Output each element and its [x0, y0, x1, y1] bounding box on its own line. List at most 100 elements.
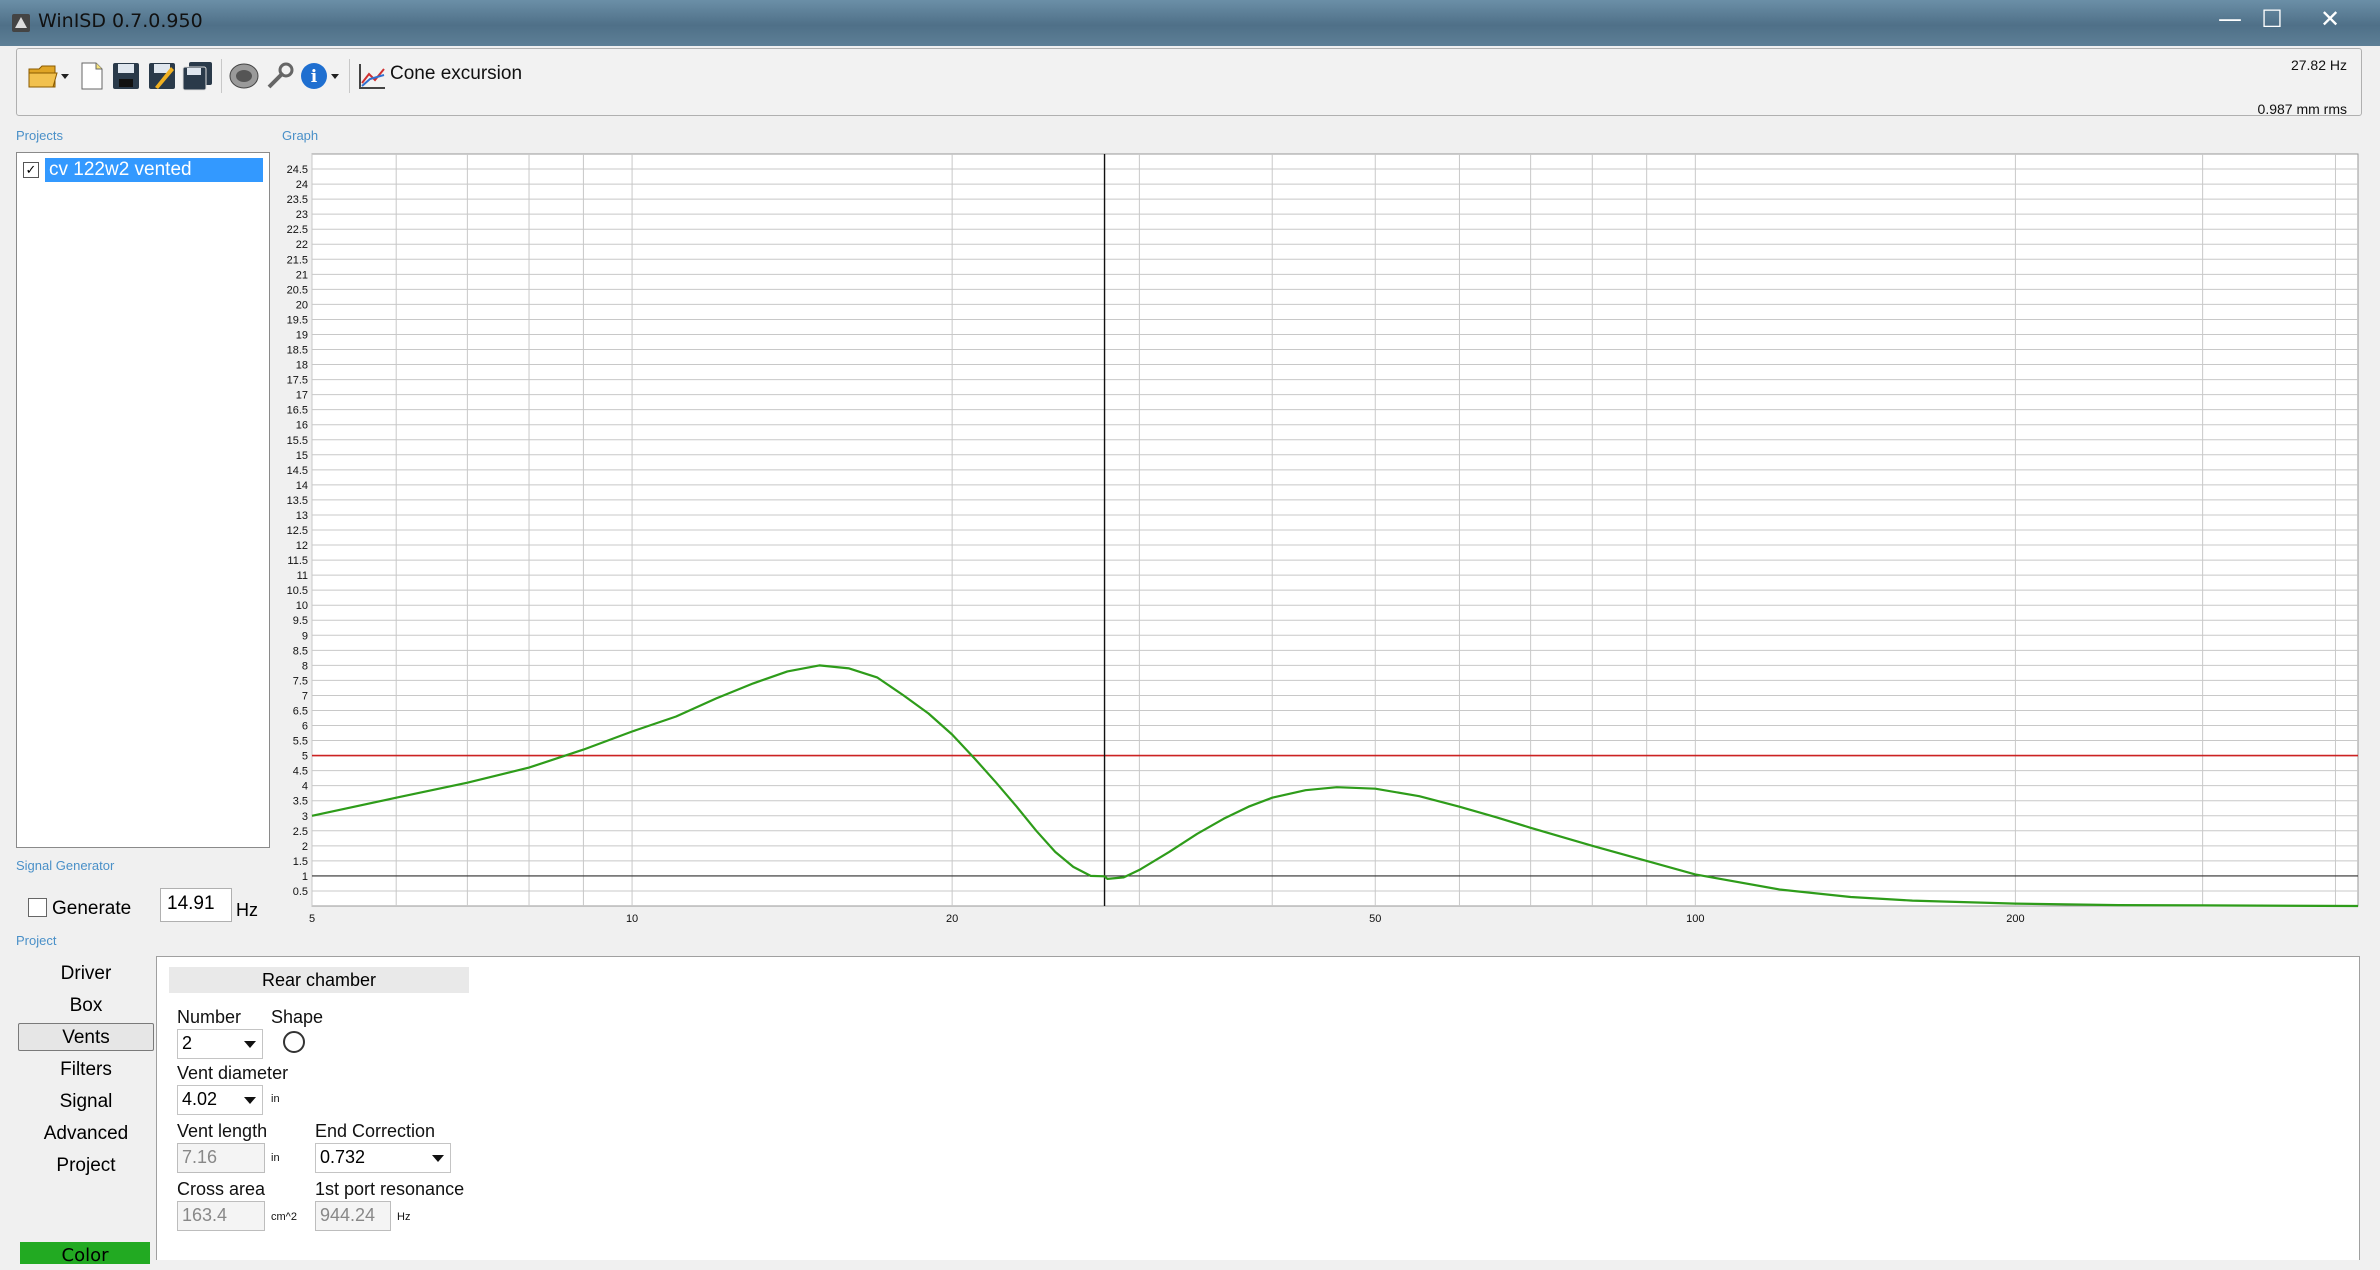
y-tick-label: 2 [302, 841, 308, 853]
end-correction-select[interactable]: 0.732 [315, 1143, 451, 1173]
maximize-button[interactable]: ☐ [2252, 4, 2292, 34]
round-shape-icon[interactable] [283, 1031, 305, 1053]
y-tick-label: 7.5 [293, 675, 308, 687]
x-tick-label: 20 [946, 913, 958, 925]
nav-advanced[interactable]: Advanced [18, 1120, 154, 1148]
toolbar: i Cone excursion 27.82 Hz 0.987 mm rms [16, 48, 2362, 117]
cone-excursion-graph[interactable]: 0.511.522.533.544.555.566.577.588.599.51… [272, 150, 2362, 930]
title-bar: WinISD 0.7.0.950 — ☐ ✕ [0, 0, 2380, 46]
toolbar-separator [221, 59, 222, 93]
x-tick-label: 200 [2006, 913, 2024, 925]
y-tick-label: 7 [302, 690, 308, 702]
app-icon [12, 14, 30, 32]
x-tick-label: 50 [1369, 913, 1381, 925]
y-tick-label: 5 [302, 751, 308, 763]
y-tick-label: 11 [297, 570, 308, 582]
cursor-frequency-readout: 27.82 Hz [2290, 57, 2347, 73]
port-resonance-unit: Hz [397, 1211, 411, 1223]
y-tick-label: 17 [296, 390, 308, 402]
open-folder-icon[interactable] [25, 59, 73, 93]
project-visible-checkbox[interactable]: ✓ [23, 162, 39, 178]
close-button[interactable]: ✕ [2310, 4, 2350, 34]
y-tick-label: 20 [296, 299, 308, 311]
y-tick-label: 3 [302, 811, 308, 823]
y-tick-label: 16 [296, 420, 308, 432]
y-tick-label: 9.5 [293, 615, 308, 627]
save-as-icon[interactable] [145, 59, 179, 93]
save-icon[interactable] [109, 59, 143, 93]
y-tick-label: 5.5 [293, 736, 308, 748]
end-correction-label: End Correction [315, 1121, 436, 1141]
generate-label: Generate [52, 898, 132, 919]
x-tick-label: 100 [1686, 913, 1704, 925]
nav-filters[interactable]: Filters [18, 1056, 154, 1084]
vent-diameter-value: 4.02 [182, 1089, 218, 1109]
number-select[interactable]: 2 [177, 1029, 263, 1059]
nav-project[interactable]: Project [18, 1152, 154, 1180]
y-tick-label: 8.5 [293, 645, 308, 657]
vent-diameter-label: Vent diameter [177, 1063, 289, 1083]
y-tick-label: 19 [296, 329, 308, 341]
x-tick-label: 10 [626, 913, 638, 925]
y-tick-label: 3.5 [293, 796, 308, 808]
info-icon[interactable]: i [297, 59, 345, 93]
y-tick-label: 20.5 [287, 284, 308, 296]
project-name[interactable]: cv 122w2 vented [45, 158, 263, 182]
projects-list: ✓ cv 122w2 vented [16, 152, 270, 848]
minimize-button[interactable]: — [2210, 4, 2250, 34]
y-tick-label: 9 [302, 630, 308, 642]
nav-driver[interactable]: Driver [18, 960, 154, 988]
shape-label: Shape [271, 1007, 324, 1027]
save-all-icon[interactable] [181, 59, 215, 93]
y-tick-label: 15 [296, 450, 308, 462]
nav-box[interactable]: Box [18, 992, 154, 1020]
y-tick-label: 22.5 [287, 224, 308, 236]
nav-vents[interactable]: Vents [18, 1023, 154, 1051]
vent-length-unit: in [271, 1152, 280, 1164]
end-correction-value: 0.732 [320, 1147, 366, 1167]
color-button[interactable]: Color [20, 1242, 150, 1266]
y-tick-label: 4.5 [293, 766, 308, 778]
y-tick-label: 21 [296, 269, 308, 281]
y-tick-label: 2.5 [293, 826, 308, 838]
y-tick-label: 14.5 [287, 465, 308, 477]
graph-type-label[interactable]: Cone excursion [390, 63, 522, 85]
list-item[interactable]: ✓ cv 122w2 vented [23, 157, 263, 183]
y-tick-label: 24 [296, 179, 308, 191]
new-file-icon[interactable] [75, 59, 109, 93]
speaker-driver-icon[interactable] [227, 59, 261, 93]
y-tick-label: 1.5 [293, 856, 308, 868]
vent-length-field: 7.16 [177, 1143, 265, 1173]
number-label: Number [177, 1007, 242, 1027]
chevron-down-icon [244, 1041, 256, 1048]
y-tick-label: 12 [296, 540, 308, 552]
y-tick-label: 21.5 [287, 254, 308, 266]
rear-chamber-header: Rear chamber [169, 967, 469, 993]
y-tick-label: 1 [302, 871, 308, 883]
generate-checkbox[interactable] [28, 898, 47, 917]
y-tick-label: 23.5 [287, 194, 308, 206]
projects-section-label: Projects [16, 128, 63, 143]
y-tick-label: 13.5 [287, 495, 308, 507]
cross-area-label: Cross area [177, 1179, 266, 1199]
vent-diameter-select[interactable]: 4.02 [177, 1085, 263, 1115]
graph-section-label: Graph [282, 128, 319, 143]
generator-frequency-input[interactable]: 14.91 [160, 888, 232, 922]
y-tick-label: 24.5 [287, 164, 308, 176]
y-tick-label: 6 [302, 721, 308, 733]
y-tick-label: 18 [296, 360, 308, 372]
generator-frequency-unit: Hz [236, 900, 258, 920]
chevron-down-icon [244, 1097, 256, 1104]
graph-type-icon[interactable] [355, 59, 389, 93]
cross-area-field: 163.4 [177, 1201, 265, 1231]
y-tick-label: 13 [296, 510, 308, 522]
y-tick-label: 4 [302, 781, 308, 793]
y-tick-label: 0.5 [293, 886, 308, 898]
settings-wrench-icon[interactable] [263, 59, 297, 93]
y-tick-label: 22 [296, 239, 308, 251]
nav-signal[interactable]: Signal [18, 1088, 154, 1116]
cross-area-unit: cm^2 [271, 1211, 297, 1223]
y-tick-label: 8 [302, 660, 308, 672]
y-tick-label: 14 [296, 480, 308, 492]
y-tick-label: 10 [296, 600, 308, 612]
